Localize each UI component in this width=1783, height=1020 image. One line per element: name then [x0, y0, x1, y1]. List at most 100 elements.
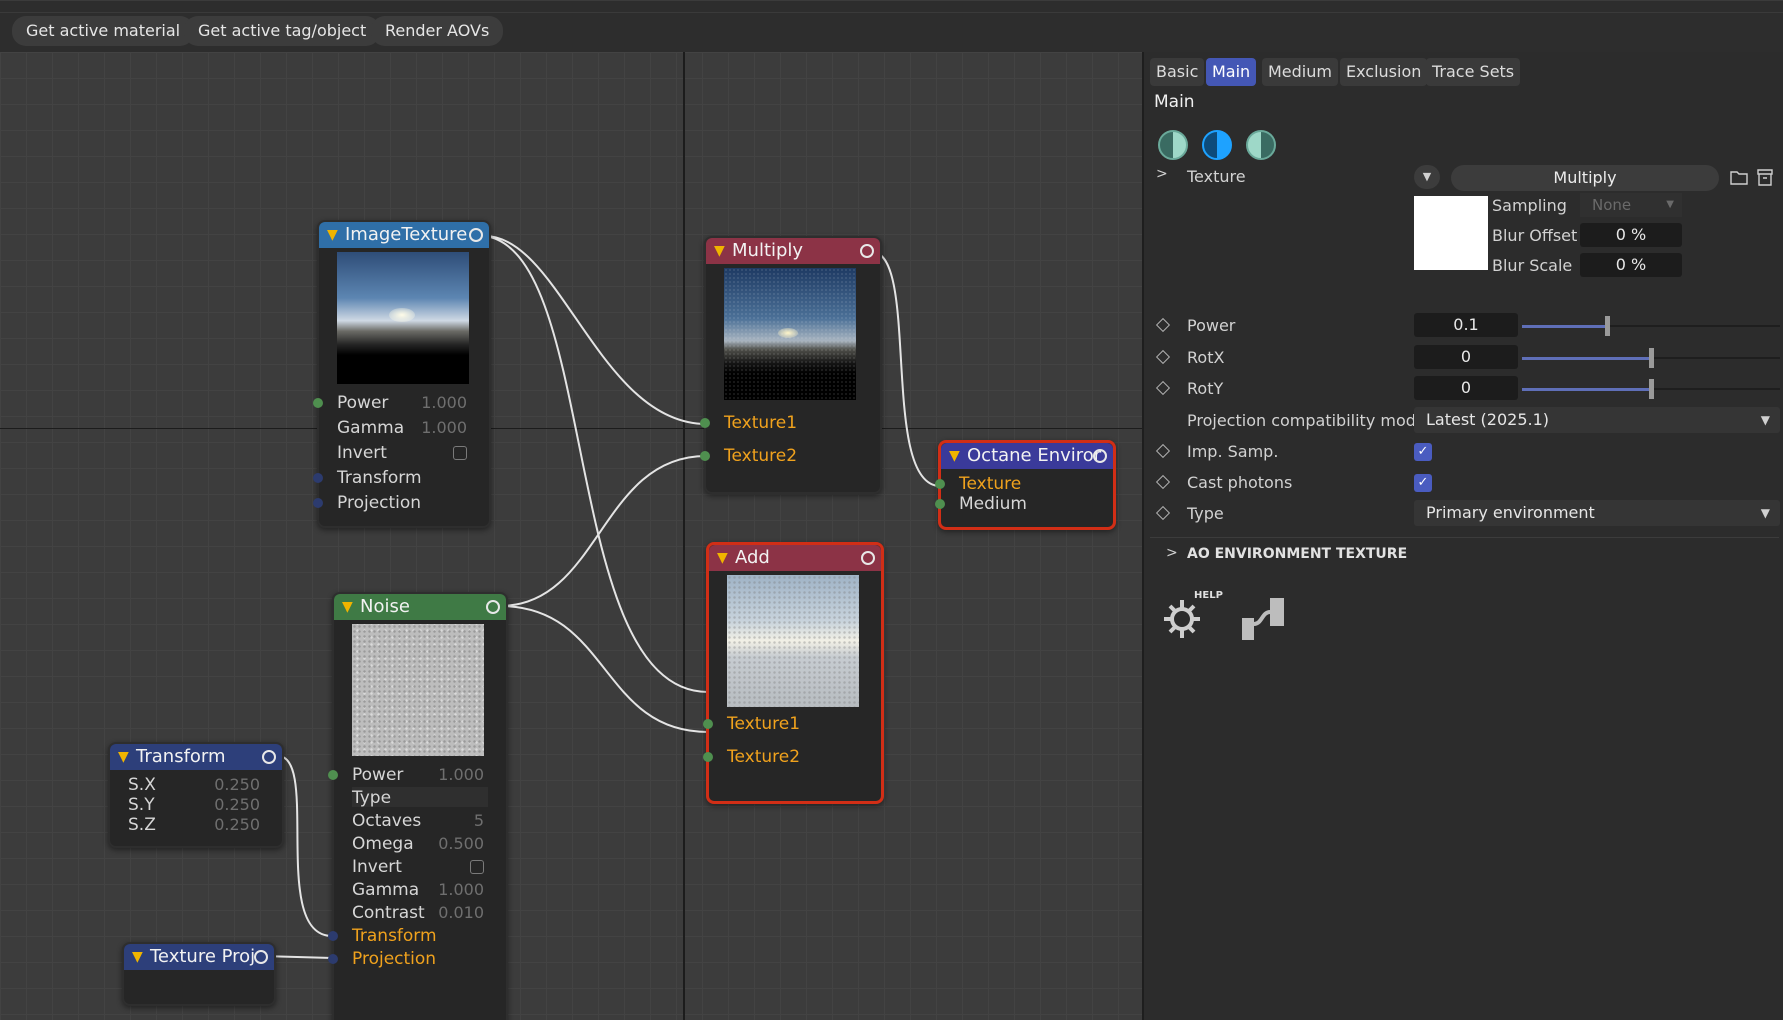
blur-offset-field[interactable]: 0 %: [1580, 223, 1682, 247]
keyframe-diamond-icon[interactable]: [1155, 380, 1171, 396]
node-texture-projection[interactable]: ▼ Texture Proj: [122, 942, 276, 1006]
collapse-triangle-icon[interactable]: ▼: [717, 545, 728, 571]
type-dropdown[interactable]: Primary environment ▼: [1414, 500, 1780, 526]
node-imagetexture-header[interactable]: ▼ ImageTexture: [319, 222, 489, 248]
param-value[interactable]: 1.000: [421, 392, 467, 414]
sampling-dropdown[interactable]: None ▼: [1580, 193, 1682, 217]
input-port-icon[interactable]: [313, 473, 323, 483]
expand-arrow-icon[interactable]: >: [1166, 545, 1178, 561]
help-button[interactable]: HELP: [1158, 590, 1223, 646]
param-value[interactable]: 1.000: [421, 417, 467, 439]
render-aovs-button[interactable]: Render AOVs: [371, 16, 504, 46]
node-texture-projection-header[interactable]: ▼ Texture Proj: [124, 944, 274, 970]
node-add-header[interactable]: ▼ Add: [709, 545, 881, 571]
ao-environment-section-header[interactable]: AO ENVIRONMENT TEXTURE: [1187, 546, 1407, 562]
input-port-icon[interactable]: [700, 451, 710, 461]
input-port-icon[interactable]: [328, 954, 338, 964]
param-row[interactable]: Type: [334, 787, 506, 809]
tab-exclusion[interactable]: Exclusion: [1340, 58, 1428, 86]
input-port-icon[interactable]: [703, 752, 713, 762]
cast-photons-checkbox[interactable]: ✓: [1414, 474, 1432, 492]
param-value[interactable]: 5: [474, 810, 484, 832]
input-row[interactable]: Texture: [935, 473, 1113, 495]
collapse-triangle-icon[interactable]: ▼: [949, 443, 960, 469]
collapse-triangle-icon[interactable]: ▼: [327, 222, 338, 248]
roty-slider[interactable]: [1522, 379, 1780, 399]
input-row[interactable]: Medium: [935, 493, 1113, 515]
expand-arrow-icon[interactable]: >: [1156, 166, 1168, 182]
projection-mode-dropdown[interactable]: Latest (2025.1) ▼: [1414, 407, 1780, 433]
input-row[interactable]: Texture2: [703, 746, 881, 768]
invert-checkbox[interactable]: [470, 860, 484, 874]
output-port-icon[interactable]: [486, 600, 500, 614]
keyframe-diamond-icon[interactable]: [1155, 317, 1171, 333]
output-port-icon[interactable]: [860, 244, 874, 258]
input-row[interactable]: Texture1: [703, 713, 881, 735]
node-transform[interactable]: ▼ Transform S.X 0.250 S.Y 0.250 S.Z 0.25…: [108, 742, 284, 848]
input-port-icon[interactable]: [328, 770, 338, 780]
param-row[interactable]: Power 1.000: [328, 764, 506, 786]
input-port-icon[interactable]: [700, 418, 710, 428]
param-row[interactable]: Gamma 1.000: [319, 417, 489, 439]
collapse-triangle-icon[interactable]: ▼: [714, 238, 725, 264]
param-row[interactable]: Projection: [313, 492, 489, 514]
slider-handle[interactable]: [1605, 316, 1611, 336]
param-row[interactable]: Power 1.000: [313, 392, 489, 414]
output-port-icon[interactable]: [254, 950, 268, 964]
power-field[interactable]: 0.1: [1414, 313, 1518, 337]
input-port-icon[interactable]: [703, 719, 713, 729]
collapse-triangle-icon[interactable]: ▼: [118, 744, 129, 770]
power-slider[interactable]: [1522, 316, 1780, 336]
blur-scale-field[interactable]: 0 %: [1580, 253, 1682, 277]
tab-basic[interactable]: Basic: [1150, 58, 1205, 86]
half-sphere-icon[interactable]: [1158, 130, 1188, 160]
invert-checkbox[interactable]: [453, 446, 467, 460]
node-noise-header[interactable]: ▼ Noise: [334, 594, 506, 620]
get-active-tag-object-button[interactable]: Get active tag/object: [184, 16, 381, 46]
roty-field[interactable]: 0: [1414, 376, 1518, 400]
node-add[interactable]: ▼ Add Texture1 Texture2: [703, 542, 884, 804]
half-sphere-blue-icon[interactable]: [1202, 130, 1232, 160]
param-value[interactable]: 1.000: [438, 879, 484, 901]
param-row[interactable]: Omega 0.500: [334, 833, 506, 855]
param-value[interactable]: 0.250: [214, 774, 260, 796]
node-graph-icon[interactable]: [1238, 594, 1288, 644]
param-value[interactable]: 1.000: [438, 764, 484, 786]
node-octane-environment[interactable]: ▼ Octane Enviror Texture Medium: [935, 440, 1116, 530]
slider-handle[interactable]: [1649, 348, 1654, 368]
tab-trace-sets[interactable]: Trace Sets: [1426, 58, 1521, 86]
param-row[interactable]: Transform: [313, 467, 489, 489]
rotx-slider[interactable]: [1522, 348, 1780, 368]
collapse-triangle-icon[interactable]: ▼: [342, 594, 353, 620]
node-editor-canvas[interactable]: ▼ ImageTexture Power 1.000 Gamma 1.000 I…: [0, 52, 1142, 1020]
output-port-icon[interactable]: [861, 551, 875, 565]
param-row[interactable]: S.Y 0.250: [110, 794, 282, 816]
input-port-icon[interactable]: [313, 498, 323, 508]
imp-samp-checkbox[interactable]: ✓: [1414, 443, 1432, 461]
texture-link-button[interactable]: Multiply: [1451, 165, 1719, 191]
keyframe-diamond-icon[interactable]: [1155, 349, 1171, 365]
folder-icon[interactable]: [1729, 168, 1749, 186]
input-row[interactable]: Texture2: [700, 445, 880, 467]
collapse-triangle-icon[interactable]: ▼: [132, 944, 143, 970]
tab-medium[interactable]: Medium: [1262, 58, 1338, 86]
param-value[interactable]: 0.250: [214, 814, 260, 836]
output-port-icon[interactable]: [469, 228, 483, 242]
param-row[interactable]: Invert: [319, 442, 489, 464]
input-port-icon[interactable]: [313, 398, 323, 408]
slider-handle[interactable]: [1649, 379, 1654, 399]
archive-icon[interactable]: [1756, 167, 1774, 187]
param-value[interactable]: 0.250: [214, 794, 260, 816]
param-row[interactable]: Projection: [328, 948, 506, 970]
param-row[interactable]: Contrast 0.010: [334, 902, 506, 924]
keyframe-diamond-icon[interactable]: [1155, 443, 1171, 459]
half-sphere-right-icon[interactable]: [1246, 130, 1276, 160]
output-port-icon[interactable]: [262, 750, 276, 764]
chevron-down-icon[interactable]: ▼: [1414, 165, 1440, 189]
param-row[interactable]: S.X 0.250: [110, 774, 282, 796]
node-transform-header[interactable]: ▼ Transform: [110, 744, 282, 770]
input-port-icon[interactable]: [935, 499, 945, 509]
param-row[interactable]: S.Z 0.250: [110, 814, 282, 836]
get-active-material-button[interactable]: Get active material: [12, 16, 195, 46]
tab-main[interactable]: Main: [1206, 58, 1257, 86]
